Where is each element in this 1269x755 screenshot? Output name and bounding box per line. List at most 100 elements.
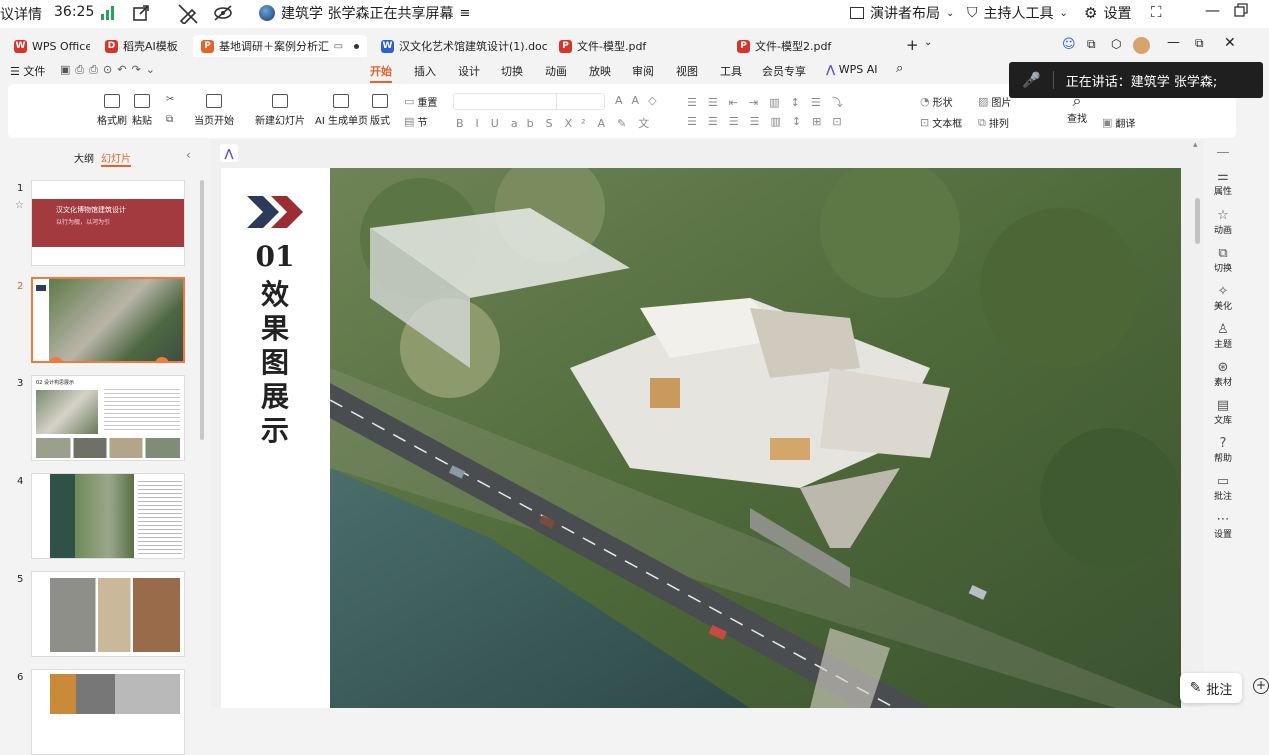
tab-member[interactable]: 会员专享 — [762, 63, 806, 79]
font-size-select[interactable] — [556, 93, 606, 110]
restore-icon[interactable]: ⧉ — [1195, 36, 1204, 51]
outdent-icon[interactable]: ⇤ — [729, 96, 746, 109]
font-size-tools[interactable]: A A ◇ — [615, 94, 663, 107]
tab-docer-ai[interactable]: D 稻壳AI模板 — [97, 35, 189, 57]
reset-button[interactable]: ▭ 重置 — [404, 94, 437, 109]
justify-icon[interactable]: ☰ — [750, 115, 768, 128]
play-from-current-button[interactable]: 当页开始 — [194, 94, 234, 127]
tab-pdf-model[interactable]: P 文件-模型.pdf — [551, 35, 721, 57]
rail-settings-button[interactable]: ⋯ 设置 — [1204, 513, 1242, 541]
undo-icon[interactable]: ↶ — [117, 63, 131, 76]
align-center-icon[interactable]: ☰ — [708, 115, 726, 128]
ai-assistant-icon[interactable]: ☺ — [1062, 37, 1076, 52]
align-left-icon[interactable]: ☰ — [687, 115, 705, 128]
paste-button[interactable]: 粘贴 — [132, 94, 152, 127]
section-button[interactable]: ▤ 节 — [404, 114, 427, 129]
export-icon[interactable]: ⎙ — [75, 63, 89, 76]
present-icon[interactable]: ▭ — [334, 41, 343, 52]
new-tab-icon[interactable]: + — [906, 36, 919, 54]
fullscreen-icon[interactable]: ⛶ — [1151, 3, 1162, 21]
text-style-tools[interactable]: B I Uab S X² A ✎ 文 — [456, 115, 658, 131]
tab-review[interactable]: 审阅 — [632, 63, 654, 79]
tab-list-chevron-icon[interactable]: ⌄ — [924, 37, 932, 48]
tab-view[interactable]: 视图 — [676, 63, 698, 79]
slide-thumb-6[interactable] — [31, 669, 185, 755]
add-icon[interactable]: + — [1253, 678, 1269, 694]
restore-window-icon[interactable] — [1234, 3, 1248, 21]
arrange-button[interactable]: ⧉ 排列 — [978, 115, 1009, 131]
layout-dropdown[interactable]: 演讲者布局 ⌄ — [850, 3, 954, 23]
outline-tab[interactable]: 大纲 — [74, 150, 94, 165]
animation-button[interactable]: ☆ 动画 — [1204, 209, 1242, 237]
beautify-button[interactable]: ✧ 美化 — [1204, 285, 1242, 313]
user-avatar[interactable] — [1133, 37, 1150, 54]
line-spacing-icon[interactable]: ↕ — [791, 96, 808, 109]
picture-button[interactable]: ▨ 图片 — [978, 94, 1011, 109]
shape-button[interactable]: ◔ 形状 — [920, 94, 953, 109]
collapse-rail-icon[interactable] — [1217, 152, 1229, 153]
cube-icon[interactable]: ⬡ — [1111, 37, 1121, 51]
decrease-font-icon[interactable]: A — [632, 94, 646, 107]
tab-tools[interactable]: 工具 — [720, 63, 742, 79]
window-mode-icon[interactable]: ⧉ — [1087, 37, 1096, 52]
signal-icon[interactable] — [101, 6, 117, 24]
bold-icon[interactable]: B — [456, 117, 473, 130]
slide-thumb-1[interactable]: 汉文化博物馆建筑设计 以行为舰，以河为引 — [31, 180, 185, 266]
star-icon[interactable]: ☆ — [15, 200, 24, 211]
layout-button[interactable]: 版式 — [370, 94, 390, 127]
numbered-list-icon[interactable]: ☰ — [708, 96, 726, 109]
paragraph-tools-bottom[interactable]: ☰ ☰ ☰ ☰ ▥ ↕ ⊞ ⊡ — [687, 115, 850, 128]
cut-icon[interactable]: ✂ — [166, 94, 174, 105]
minimize-window-icon[interactable]: — — [1205, 1, 1220, 19]
indent-icon[interactable]: ⇥ — [749, 96, 766, 109]
distribute-icon[interactable]: ▥ — [771, 115, 789, 128]
columns-icon[interactable]: ▥ — [769, 96, 787, 109]
paragraph-tools-top[interactable]: ☰ ☰ ⇤ ⇥ ▥ ↕ ☰ ⤵ — [687, 94, 851, 110]
close-icon[interactable]: ✕ — [1224, 35, 1236, 51]
floating-comment-button[interactable]: ✎ 批注 — [1180, 673, 1242, 703]
tab-wps-office[interactable]: W WPS Office — [6, 35, 90, 57]
text-direction-icon[interactable]: ⤵ — [832, 94, 851, 110]
slide-thumb-2[interactable] — [31, 277, 185, 363]
superscript-icon[interactable]: X² — [565, 117, 595, 130]
align-icon[interactable]: ☰ — [811, 96, 829, 109]
italic-icon[interactable]: I — [476, 117, 488, 130]
tab-transition[interactable]: 切换 — [501, 63, 523, 79]
stop-draw-icon[interactable] — [178, 4, 198, 28]
tab-animation[interactable]: 动画 — [545, 63, 567, 79]
tab-wps-ai[interactable]: ⋀ WPS AI — [826, 63, 878, 76]
theme-button[interactable]: ♙ 主题 — [1204, 323, 1242, 351]
comment-button[interactable]: ▭ 批注 — [1204, 475, 1242, 503]
properties-button[interactable]: ⚌ 属性 — [1204, 170, 1242, 198]
slide-thumb-3[interactable]: 02 设计构思展示 — [31, 375, 185, 461]
host-tools-dropdown[interactable]: ⛉ 主持人工具 ⌄ — [967, 3, 1068, 23]
increase-font-icon[interactable]: A — [615, 94, 629, 107]
shadow-icon[interactable]: S — [546, 117, 562, 130]
unsaved-dot-icon[interactable] — [354, 43, 359, 49]
meeting-settings-button[interactable]: ⚙ 设置 — [1084, 3, 1131, 23]
slides-tab[interactable]: 幻灯片 — [101, 150, 131, 167]
ai-single-page-button[interactable]: AI 生成单页 — [315, 94, 368, 127]
tab-docx[interactable]: W 汉文化艺术馆建筑设计(1).docx — [373, 35, 547, 57]
assets-button[interactable]: ⊛ 素材 — [1204, 361, 1242, 389]
canvas-scrollbar[interactable] — [1195, 198, 1200, 244]
tab-ppt-active[interactable]: P 基地调研＋案例分析汇报.ppt ▭ — [193, 35, 367, 57]
strikethrough-icon[interactable]: ab — [511, 117, 543, 130]
font-color-icon[interactable]: A — [598, 117, 615, 130]
text-box-align-icon[interactable]: ⊡ — [832, 115, 849, 128]
textbox-button[interactable]: ⊡ 文本框 — [920, 115, 962, 130]
align-right-icon[interactable]: ☰ — [729, 115, 747, 128]
more-chevron-icon[interactable]: ⌄ — [146, 63, 160, 76]
print-icon[interactable]: ⎙ — [89, 63, 103, 76]
tab-design[interactable]: 设计 — [458, 63, 480, 79]
share-status[interactable]: 建筑学 张学森正在共享屏幕 ≡ — [259, 3, 470, 23]
tab-insert[interactable]: 插入 — [414, 63, 436, 79]
wps-ai-float-icon[interactable]: ⋀ — [220, 144, 238, 162]
slide-thumb-5[interactable] — [31, 571, 185, 657]
underline-icon[interactable]: U — [491, 117, 508, 130]
bullet-list-icon[interactable]: ☰ — [687, 96, 705, 109]
search-icon[interactable]: ⌕ — [896, 61, 903, 76]
library-button[interactable]: ▤ 文库 — [1204, 399, 1242, 427]
quick-access-toolbar[interactable]: ▣⎙⎙⊙↶↷⌄ — [60, 63, 160, 77]
highlight-icon[interactable]: ✎ — [617, 117, 635, 130]
